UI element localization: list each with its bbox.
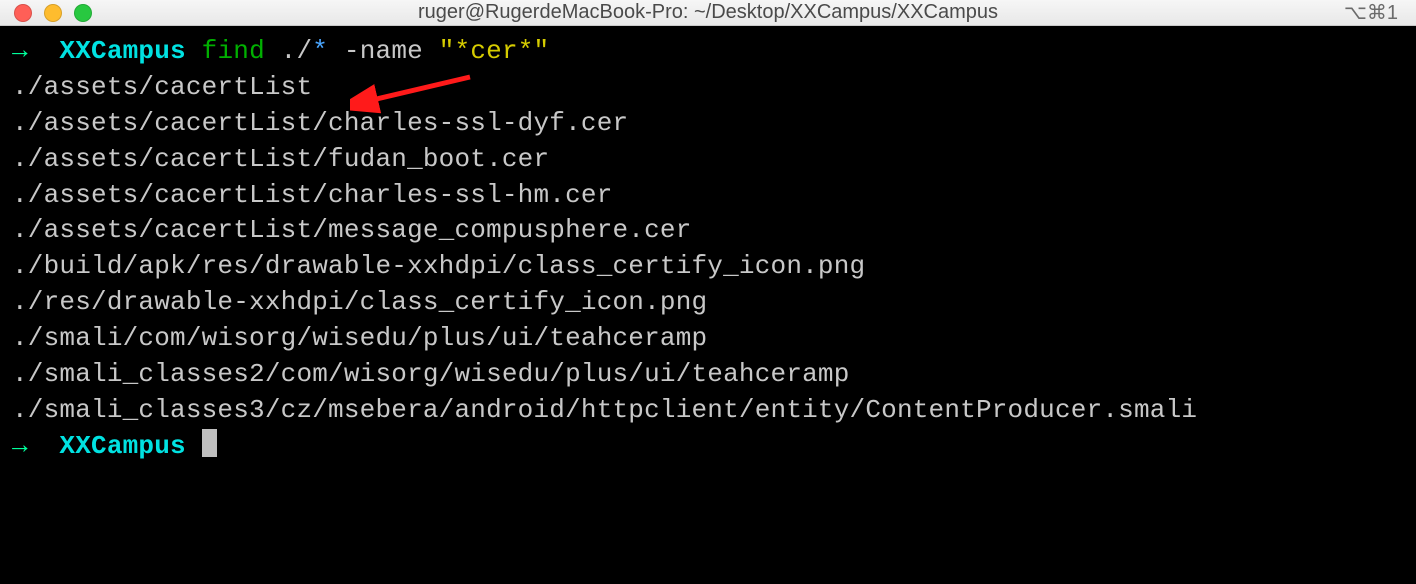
output-line: ./build/apk/res/drawable-xxhdpi/class_ce… (12, 251, 865, 281)
prompt-dir: XXCampus (59, 36, 185, 66)
cmd-path-glob: * (312, 36, 328, 66)
output-line: ./res/drawable-xxhdpi/class_certify_icon… (12, 287, 707, 317)
output-line: ./assets/cacertList (12, 72, 312, 102)
titlebar[interactable]: ruger@RugerdeMacBook-Pro: ~/Desktop/XXCa… (0, 0, 1416, 26)
prompt-arrow: → (12, 36, 28, 66)
close-button[interactable] (14, 4, 32, 22)
window-title: ruger@RugerdeMacBook-Pro: ~/Desktop/XXCa… (418, 1, 998, 24)
prompt-dir: XXCampus (59, 431, 185, 461)
terminal-window: ruger@RugerdeMacBook-Pro: ~/Desktop/XXCa… (0, 0, 1416, 554)
prompt-arrow: → (12, 431, 28, 461)
output-line: ./assets/cacertList/charles-ssl-hm.cer (12, 180, 613, 210)
maximize-button[interactable] (74, 4, 92, 22)
output-line: ./assets/cacertList/fudan_boot.cer (12, 144, 549, 174)
terminal-body[interactable]: → XXCampus find ./* -name "*cer*" ./asse… (0, 26, 1416, 584)
cmd-pattern: "*cer*" (439, 36, 550, 66)
output-line: ./assets/cacertList/charles-ssl-dyf.cer (12, 108, 628, 138)
titlebar-right-icon: ⌥⌘1 (1344, 0, 1402, 25)
output-line: ./smali/com/wisorg/wisedu/plus/ui/teahce… (12, 323, 707, 353)
cmd-flag: -name (328, 36, 439, 66)
cmd-path-prefix: ./ (265, 36, 312, 66)
cursor (202, 429, 217, 457)
output-line: ./smali_classes3/cz/msebera/android/http… (12, 395, 1197, 425)
output-line: ./smali_classes2/com/wisorg/wisedu/plus/… (12, 359, 850, 389)
output-line: ./assets/cacertList/message_compusphere.… (12, 215, 692, 245)
cmd-find: find (202, 36, 265, 66)
traffic-lights (14, 4, 92, 22)
minimize-button[interactable] (44, 4, 62, 22)
